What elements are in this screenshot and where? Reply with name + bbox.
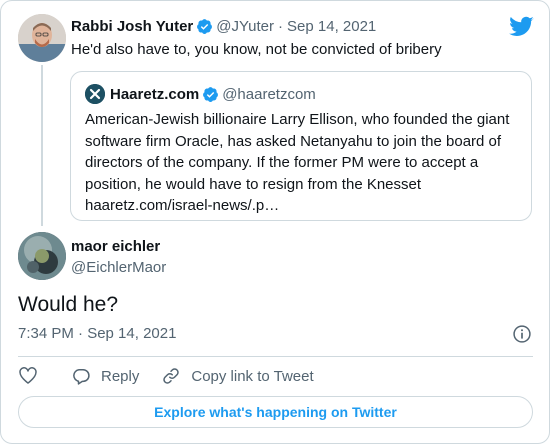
quoted-tweet-header: Haaretz.com @haaretzcom [85,84,316,104]
explore-twitter-button[interactable]: Explore what's happening on Twitter [18,396,533,428]
reply-author-name[interactable]: maor eichler [71,238,160,255]
quoted-text-line: position, he would have to resign from t… [85,175,422,193]
reply-button[interactable]: Reply [71,366,139,386]
parent-author-name[interactable]: Rabbi Josh Yuter [71,18,193,35]
quoted-text-line: American-Jewish billionaire Larry Elliso… [85,111,510,128]
thread-connector-line [41,65,43,226]
like-button[interactable] [18,366,38,386]
link-icon [163,368,180,384]
haaretz-logo-icon [85,84,105,104]
dot-separator: · [278,18,284,35]
heart-icon [19,367,37,384]
reply-label: Reply [101,367,140,385]
reply-timestamp[interactable]: 7:34 PM · Sep 14, 2021 [18,325,176,342]
copy-link-button[interactable]: Copy link to Tweet [161,366,314,386]
reply-author-handle[interactable]: @EichlerMaor [71,259,166,276]
quoted-tweet-text: American-Jewish billionaire Larry Elliso… [85,109,525,217]
parent-tweet-date[interactable]: Sep 14, 2021 [287,18,376,35]
quoted-tweet[interactable]: Haaretz.com @haaretzcom American-Jewish … [70,71,532,221]
action-bar: Reply Copy link to Tweet [18,364,314,388]
quoted-text-line: software firm Oracle, has asked Netanyah… [85,132,502,150]
quoted-link[interactable]: haaretz.com/israel-news/.p… [85,195,525,217]
parent-author-handle[interactable]: @JYuter [216,18,274,35]
speech-bubble-icon [73,369,90,385]
tweet-embed-card: Rabbi Josh Yuter @JYuter · Sep 14, 2021 … [0,0,550,444]
verified-badge-icon [203,86,219,102]
divider [18,356,533,357]
twitter-bird-icon[interactable] [509,16,534,38]
verified-badge-icon [197,19,213,34]
quoted-author-name: Haaretz.com [110,85,200,103]
copy-link-label: Copy link to Tweet [191,367,314,385]
reply-author-avatar[interactable] [18,232,66,280]
quoted-text-line: directors of the company. If the former … [85,154,479,171]
parent-tweet-header: Rabbi Josh Yuter @JYuter · Sep 14, 2021 [71,18,376,35]
reply-tweet-text: Would he? [18,293,119,316]
info-icon[interactable] [512,324,532,344]
parent-author-avatar[interactable] [18,14,66,62]
quoted-author-handle: @haaretzcom [222,85,316,103]
parent-tweet-text: He'd also have to, you know, not be conv… [71,41,442,58]
